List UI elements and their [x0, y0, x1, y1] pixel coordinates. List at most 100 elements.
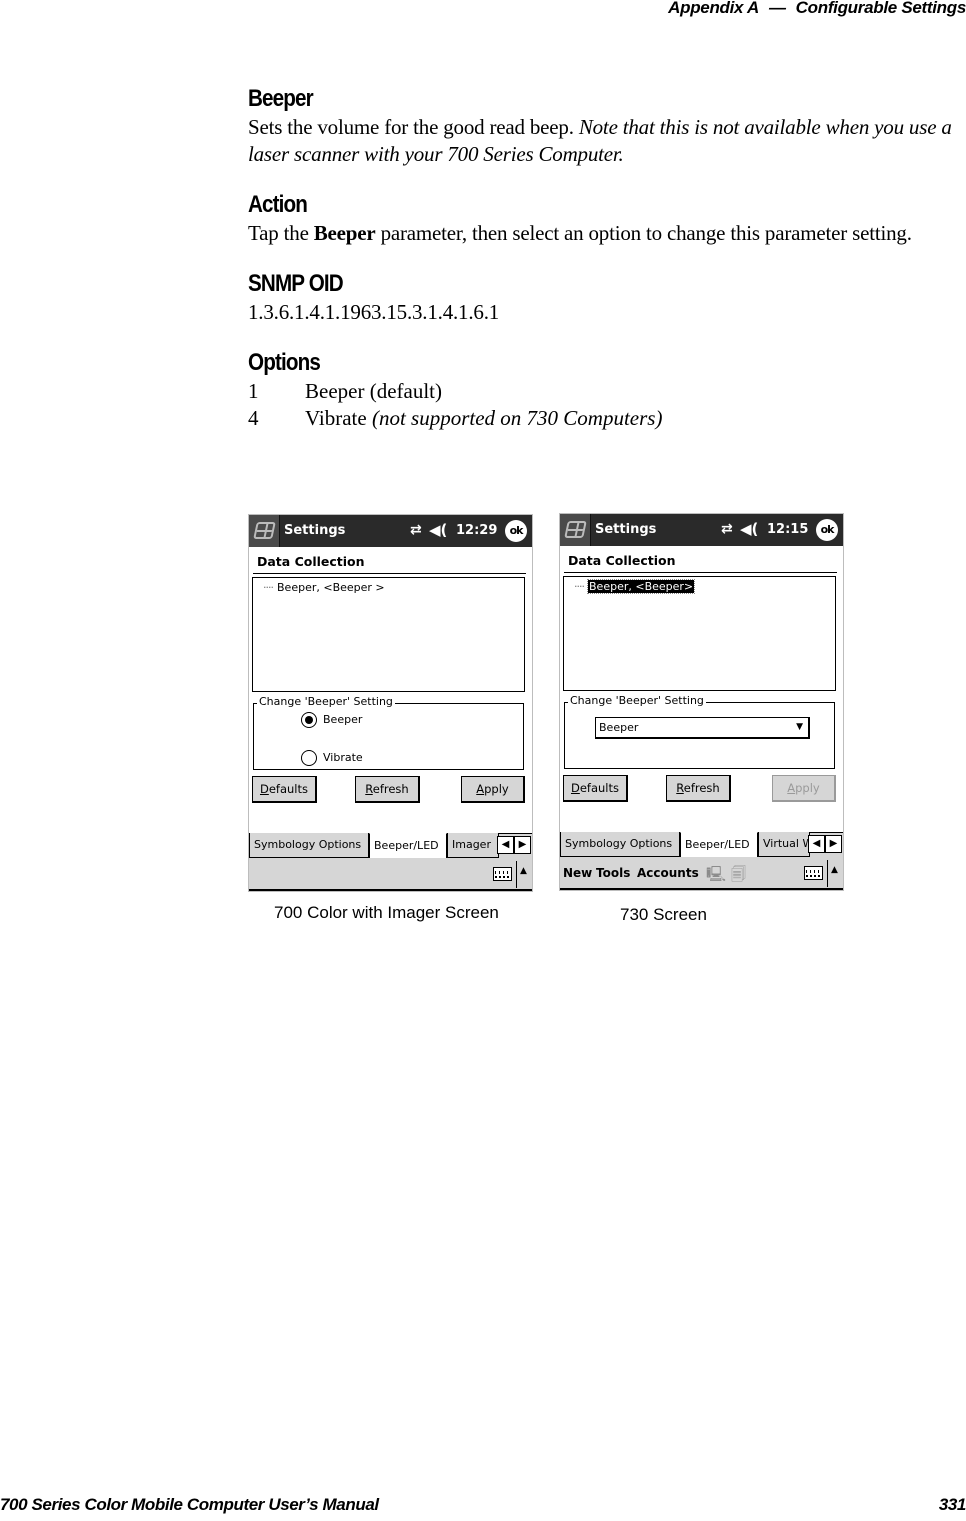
tree-dots: ····: [574, 580, 585, 593]
radio-beeper-label[interactable]: Beeper: [323, 713, 362, 726]
tab-scroll-left-icon[interactable]: ◀: [808, 835, 825, 853]
keyboard-icon[interactable]: [804, 866, 823, 880]
radio-beeper[interactable]: [301, 712, 317, 728]
menu-new[interactable]: New: [563, 866, 592, 880]
group-label: Change 'Beeper' Setting: [257, 695, 395, 708]
option-row: 1 Beeper (default): [248, 378, 966, 405]
radio-vibrate[interactable]: [301, 750, 317, 766]
divider: [564, 572, 837, 573]
page-content: Beeper Sets the volume for the good read…: [248, 84, 966, 432]
options-heading: Options: [248, 349, 321, 376]
screenshot-730: Settings ⇄ ◀( 12:15 ok Data Collection ·…: [559, 513, 844, 891]
action-text-before: Tap the: [248, 221, 314, 245]
title-bar: Settings ⇄ ◀( 12:29 ok: [249, 515, 532, 547]
chapter-title: Configurable Settings: [795, 0, 966, 17]
header-separator: —: [768, 0, 786, 17]
action-text-after: parameter, then select an option to chan…: [375, 221, 912, 245]
snmp-heading: SNMP OID: [248, 270, 344, 297]
tab-symbology-options[interactable]: Symbology Options: [249, 833, 369, 858]
screen-caption: 730 Screen: [620, 905, 707, 924]
tree-dots: ····: [263, 581, 274, 594]
divider: [253, 573, 526, 574]
beeper-description: Sets the volume for the good read beep. …: [248, 114, 966, 168]
chapter-label: Appendix A: [668, 0, 759, 17]
sync-computer-icon[interactable]: 🖳: [706, 864, 726, 889]
menu-tools[interactable]: Tools: [596, 866, 630, 880]
settings-pane: Data Collection ···· Beeper, <Beeper> Cha…: [560, 546, 843, 832]
start-button[interactable]: [249, 515, 280, 547]
tree-item-beeper[interactable]: ···· Beeper, <Beeper >: [263, 581, 385, 594]
ok-button[interactable]: ok: [505, 520, 527, 542]
refresh-button[interactable]: Refresh: [355, 776, 420, 803]
option-label: Vibrate (not supported on 730 Computers): [305, 406, 663, 430]
connectivity-icon[interactable]: ⇄: [721, 521, 733, 537]
action-description: Tap the Beeper parameter, then select an…: [248, 220, 966, 247]
tab-strip: Symbology Options Beeper/LED Virtual W ◀…: [560, 832, 843, 858]
tree-item-label-selected: Beeper, <Beeper>: [586, 579, 696, 594]
divider: [516, 861, 517, 888]
defaults-button[interactable]: Defaults: [563, 775, 628, 802]
pane-title: Data Collection: [257, 554, 365, 569]
tab-imager[interactable]: Imager: [447, 833, 499, 858]
copy-documents-icon[interactable]: 🗐: [731, 864, 746, 889]
action-heading: Action: [248, 191, 308, 218]
tab-scroll-right-icon[interactable]: ▶: [514, 836, 531, 854]
option-note: (not supported on 730 Computers): [371, 406, 663, 430]
connectivity-icon[interactable]: ⇄: [410, 522, 422, 538]
clock[interactable]: 12:15: [767, 522, 808, 537]
screen-caption: 700 Color with Imager Screen: [274, 903, 499, 922]
tab-strip: Symbology Options Beeper/LED Imager ◀ ▶: [249, 833, 532, 859]
beeper-heading: Beeper: [248, 85, 314, 112]
app-title: Settings: [284, 523, 346, 538]
tab-symbology-options[interactable]: Symbology Options: [560, 832, 680, 857]
action-parameter-name: Beeper: [313, 221, 376, 245]
running-footer: 700 Series Color Mobile Computer User’s …: [0, 1495, 966, 1521]
parameter-tree[interactable]: ···· Beeper, <Beeper>: [563, 576, 836, 691]
apply-button[interactable]: Apply: [772, 775, 836, 802]
dropdown-value: Beeper: [599, 721, 639, 734]
menu-bar: New Tools Accounts 🖳 🗐 ▲: [560, 857, 843, 890]
volume-icon[interactable]: ◀(: [429, 521, 447, 539]
sip-arrow-icon[interactable]: ▲: [831, 865, 838, 875]
manual-title: 700 Series Color Mobile Computer User’s …: [0, 1495, 379, 1514]
screenshot-700-color-imager: Settings ⇄ ◀( 12:29 ok Data Collection ·…: [248, 514, 533, 892]
keyboard-icon[interactable]: [493, 867, 512, 881]
windows-flag-icon: [253, 522, 276, 539]
divider: [827, 860, 828, 887]
clock[interactable]: 12:29: [456, 523, 497, 538]
windows-flag-icon: [564, 521, 587, 538]
tab-scroll-left-icon[interactable]: ◀: [497, 836, 514, 854]
option-value: 4: [248, 406, 259, 430]
tree-item-label: Beeper, <Beeper >: [277, 581, 385, 594]
ok-button[interactable]: ok: [816, 519, 838, 541]
pane-title: Data Collection: [568, 553, 676, 568]
tab-scroll-right-icon[interactable]: ▶: [825, 835, 842, 853]
chevron-down-icon[interactable]: ▼: [796, 722, 803, 732]
start-button[interactable]: [560, 514, 591, 546]
tab-beeper-led[interactable]: Beeper/LED: [680, 832, 758, 858]
change-setting-group: Change 'Beeper' Setting Beeper ▼: [564, 694, 835, 769]
volume-icon[interactable]: ◀(: [740, 520, 758, 538]
refresh-button[interactable]: Refresh: [666, 775, 731, 802]
defaults-button[interactable]: Defaults: [252, 776, 317, 803]
tab-beeper-led[interactable]: Beeper/LED: [369, 833, 447, 859]
option-row: 4 Vibrate (not supported on 730 Computer…: [248, 405, 966, 432]
tree-item-beeper[interactable]: ···· Beeper, <Beeper>: [574, 579, 696, 594]
app-title: Settings: [595, 522, 657, 537]
running-header: Appendix A — Configurable Settings: [668, 0, 966, 22]
settings-pane: Data Collection ···· Beeper, <Beeper > Ch…: [249, 547, 532, 833]
group-label: Change 'Beeper' Setting: [568, 694, 706, 707]
menu-bar: ▲: [249, 858, 532, 891]
parameter-tree[interactable]: ···· Beeper, <Beeper >: [252, 577, 525, 692]
page-number: 331: [938, 1495, 966, 1514]
option-value: 1: [248, 379, 259, 403]
radio-vibrate-label[interactable]: Vibrate: [323, 751, 363, 764]
title-bar: Settings ⇄ ◀( 12:15 ok: [560, 514, 843, 546]
tab-virtual-wedge[interactable]: Virtual W: [758, 832, 810, 857]
apply-button[interactable]: Apply: [461, 776, 525, 803]
beeper-option-dropdown[interactable]: Beeper ▼: [595, 717, 810, 739]
menu-accounts[interactable]: Accounts: [637, 866, 699, 880]
snmp-oid: 1.3.6.1.4.1.1963.15.3.1.4.1.6.1: [248, 300, 500, 324]
sip-arrow-icon[interactable]: ▲: [520, 866, 527, 876]
beeper-text: Sets the volume for the good read beep.: [248, 115, 579, 139]
